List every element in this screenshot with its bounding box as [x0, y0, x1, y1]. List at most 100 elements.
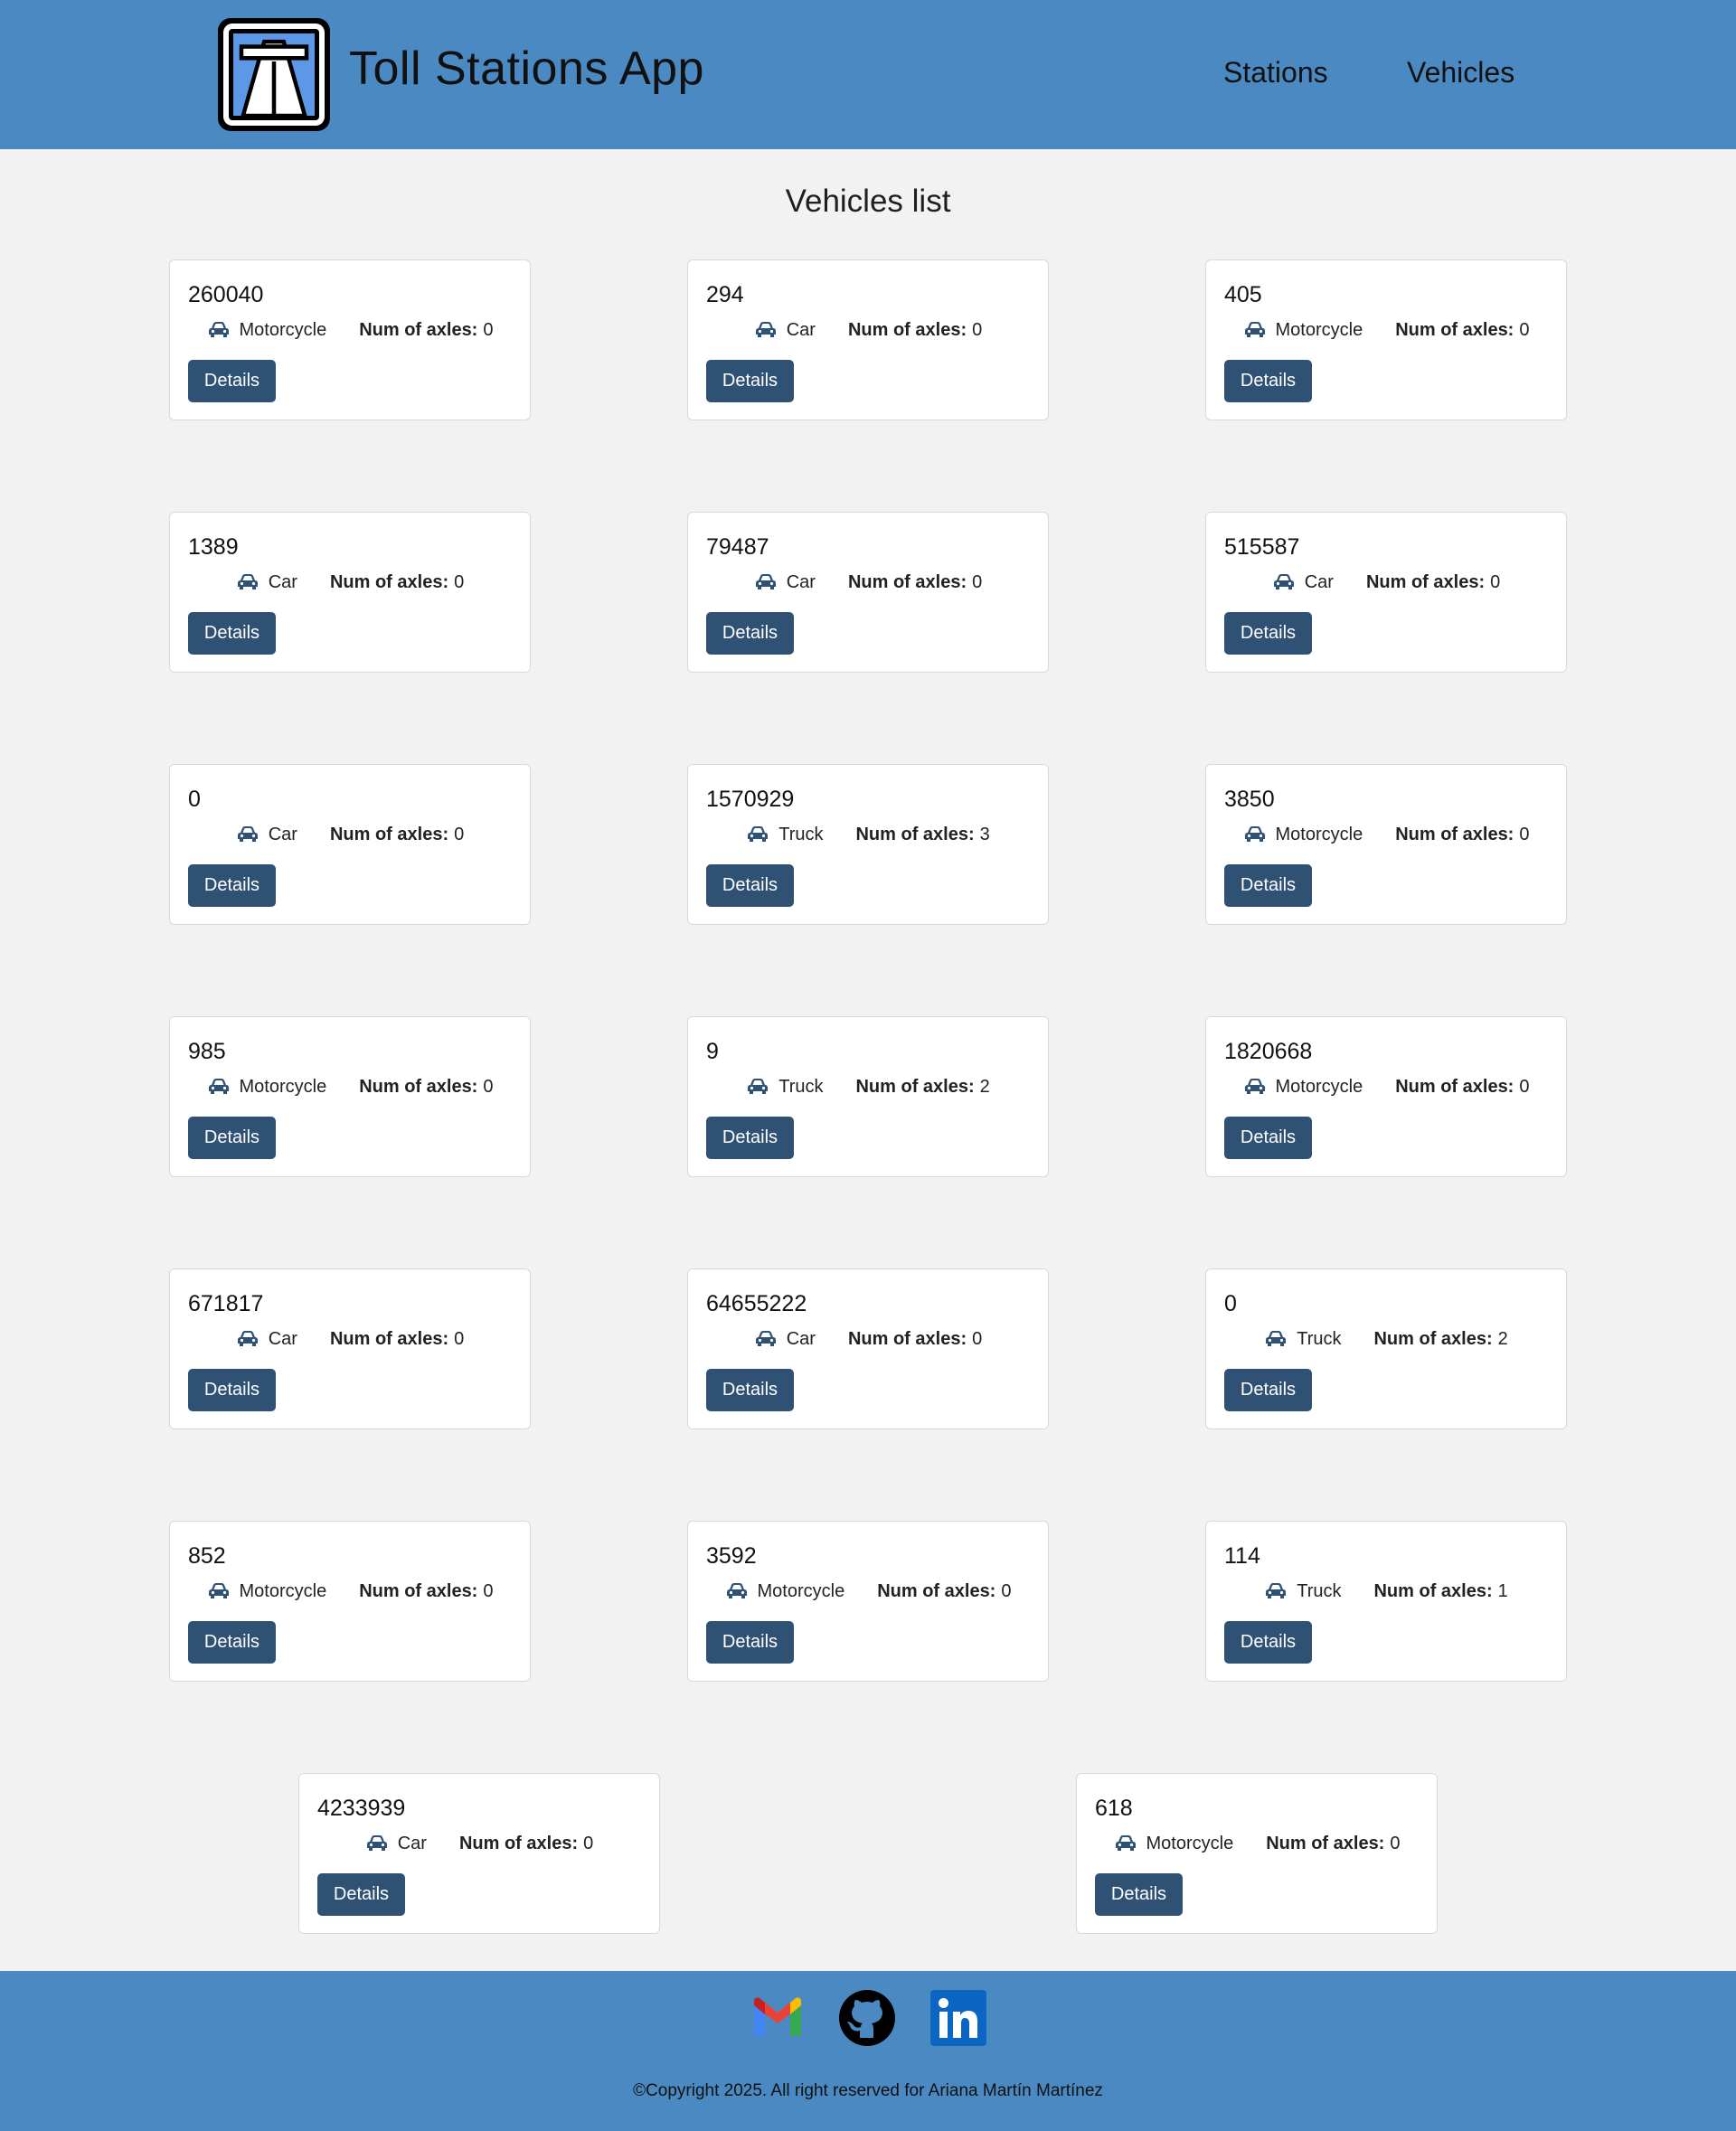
vehicle-info: Motorcycle Num of axles: 0: [1077, 1830, 1439, 1857]
details-button[interactable]: Details: [1224, 1369, 1312, 1411]
vehicle-card: 4233939 Car Num of axles: 0 Details: [298, 1773, 660, 1934]
details-button[interactable]: Details: [706, 612, 794, 655]
vehicle-type: Motorcycle: [757, 1580, 845, 1601]
car-icon: [1266, 1583, 1287, 1599]
details-button[interactable]: Details: [317, 1873, 405, 1916]
axles-label: Num of axles:: [1395, 319, 1514, 340]
details-button[interactable]: Details: [706, 1621, 794, 1664]
axles-label: Num of axles:: [359, 1076, 478, 1097]
vehicle-info: Motorcycle Num of axles: 0: [1206, 316, 1568, 344]
vehicle-type: Motorcycle: [1275, 319, 1363, 340]
details-button[interactable]: Details: [1224, 864, 1312, 907]
vehicle-card: 79487 Car Num of axles: 0 Details: [687, 512, 1049, 673]
axles-value: 0: [972, 1328, 983, 1349]
vehicle-number: 3850: [1224, 787, 1275, 812]
nav-vehicles-link[interactable]: Vehicles: [1407, 56, 1514, 90]
axles-value: 0: [454, 1328, 465, 1349]
axles-label: Num of axles:: [1373, 1580, 1493, 1601]
vehicle-info: Car Num of axles: 0: [170, 821, 532, 848]
car-icon: [208, 1079, 229, 1095]
vehicle-type: Car: [786, 571, 816, 592]
axles-value: 3: [979, 824, 990, 844]
axles-value: 0: [1390, 1833, 1401, 1853]
details-button[interactable]: Details: [706, 1369, 794, 1411]
vehicle-type: Car: [786, 1328, 816, 1349]
details-button[interactable]: Details: [188, 864, 276, 907]
axles-label: Num of axles:: [359, 319, 478, 340]
axles-value: 0: [583, 1833, 594, 1853]
details-button[interactable]: Details: [1224, 1117, 1312, 1159]
vehicle-number: 64655222: [706, 1291, 807, 1316]
axles-label: Num of axles:: [847, 1328, 967, 1349]
vehicle-info: Truck Num of axles: 1: [1206, 1578, 1568, 1605]
vehicle-card: 1570929 Truck Num of axles: 3 Details: [687, 764, 1049, 925]
car-icon: [237, 826, 258, 843]
axles-label: Num of axles:: [329, 1328, 449, 1349]
nav-stations-link[interactable]: Stations: [1223, 56, 1328, 90]
vehicle-number: 671817: [188, 1291, 264, 1316]
details-button[interactable]: Details: [188, 1621, 276, 1664]
details-button[interactable]: Details: [188, 360, 276, 402]
axles-label: Num of axles:: [329, 824, 449, 844]
axles-value: 0: [483, 319, 494, 340]
vehicle-number: 618: [1095, 1796, 1133, 1821]
vehicle-number: 9: [706, 1039, 719, 1064]
vehicle-type: Car: [397, 1833, 427, 1853]
vehicle-type: Truck: [778, 1076, 824, 1097]
car-icon: [755, 322, 776, 338]
linkedin-icon[interactable]: [929, 1989, 987, 2047]
details-button[interactable]: Details: [188, 1369, 276, 1411]
axles-value: 1: [1497, 1580, 1508, 1601]
highway-sign-icon[interactable]: [218, 18, 330, 131]
vehicle-info: Car Num of axles: 0: [688, 316, 1050, 344]
app-title: Toll Stations App: [349, 42, 704, 95]
vehicle-card: 3592 Motorcycle Num of axles: 0 Details: [687, 1521, 1049, 1682]
vehicle-card: 1389 Car Num of axles: 0 Details: [169, 512, 531, 673]
vehicle-type: Truck: [778, 824, 824, 844]
gmail-icon[interactable]: [749, 1989, 807, 2047]
vehicle-number: 260040: [188, 282, 264, 307]
axles-value: 0: [1001, 1580, 1012, 1601]
details-button[interactable]: Details: [188, 612, 276, 655]
details-button[interactable]: Details: [706, 864, 794, 907]
details-button[interactable]: Details: [1224, 360, 1312, 402]
car-icon: [755, 1331, 776, 1347]
vehicle-type: Motorcycle: [1275, 824, 1363, 844]
axles-label: Num of axles:: [847, 571, 967, 592]
car-icon: [1273, 574, 1294, 590]
details-button[interactable]: Details: [706, 1117, 794, 1159]
axles-value: 2: [979, 1076, 990, 1097]
car-icon: [748, 1079, 769, 1095]
axles-label: Num of axles:: [855, 824, 975, 844]
vehicle-type: Car: [786, 319, 816, 340]
vehicle-type: Car: [268, 824, 297, 844]
github-icon[interactable]: [838, 1989, 896, 2047]
vehicle-info: Car Num of axles: 0: [688, 1325, 1050, 1353]
details-button[interactable]: Details: [1224, 1621, 1312, 1664]
car-icon: [726, 1583, 747, 1599]
details-button[interactable]: Details: [1224, 612, 1312, 655]
vehicle-number: 985: [188, 1039, 226, 1064]
vehicle-card: 515587 Car Num of axles: 0 Details: [1205, 512, 1567, 673]
vehicle-info: Car Num of axles: 0: [1206, 569, 1568, 596]
car-icon: [208, 1583, 229, 1599]
axles-value: 0: [1519, 319, 1530, 340]
vehicle-info: Car Num of axles: 0: [170, 1325, 532, 1353]
vehicle-type: Motorcycle: [239, 319, 327, 340]
vehicle-card: 618 Motorcycle Num of axles: 0 Details: [1076, 1773, 1438, 1934]
vehicle-number: 3592: [706, 1543, 757, 1569]
vehicle-number: 0: [188, 787, 201, 812]
vehicle-info: Motorcycle Num of axles: 0: [1206, 1073, 1568, 1100]
car-icon: [1244, 322, 1265, 338]
details-button[interactable]: Details: [1095, 1873, 1183, 1916]
details-button[interactable]: Details: [706, 360, 794, 402]
vehicle-type: Truck: [1297, 1328, 1342, 1349]
vehicle-card: 852 Motorcycle Num of axles: 0 Details: [169, 1521, 531, 1682]
car-icon: [366, 1835, 387, 1852]
details-button[interactable]: Details: [188, 1117, 276, 1159]
vehicle-info: Car Num of axles: 0: [299, 1830, 661, 1857]
vehicle-info: Truck Num of axles: 2: [688, 1073, 1050, 1100]
vehicle-number: 0: [1224, 1291, 1237, 1316]
vehicle-info: Truck Num of axles: 3: [688, 821, 1050, 848]
vehicle-card: 114 Truck Num of axles: 1 Details: [1205, 1521, 1567, 1682]
